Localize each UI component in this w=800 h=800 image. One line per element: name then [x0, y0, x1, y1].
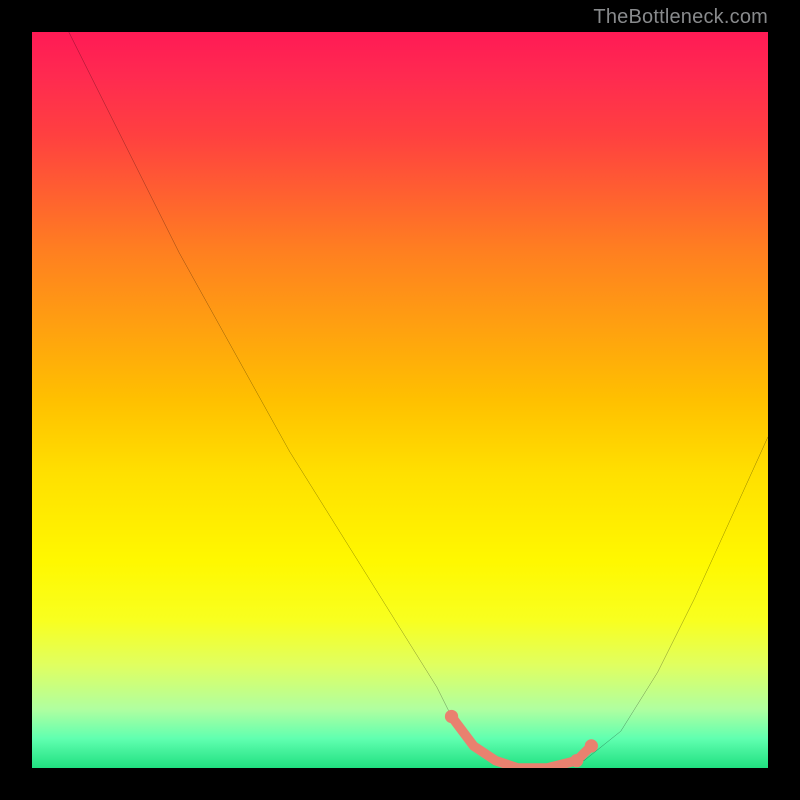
- highlight-dot: [445, 710, 458, 723]
- chart-container: TheBottleneck.com: [0, 0, 800, 800]
- curve-path: [69, 32, 768, 768]
- highlight-dot: [585, 739, 598, 752]
- curve-svg: [32, 32, 768, 768]
- bottleneck-curve: [69, 32, 768, 768]
- highlight-dot: [570, 754, 583, 767]
- plot-area: [32, 32, 768, 768]
- watermark-text: TheBottleneck.com: [593, 6, 768, 29]
